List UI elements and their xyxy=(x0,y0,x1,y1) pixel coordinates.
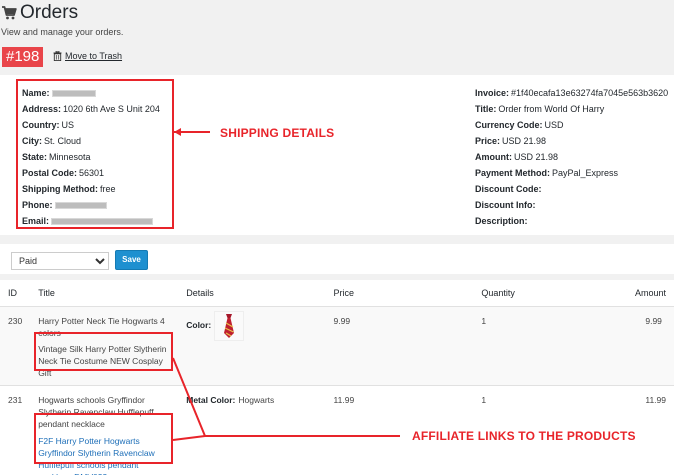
currency-label: Currency Code: xyxy=(475,120,543,130)
description-field: Description: xyxy=(475,213,668,229)
amount-field: Amount: USD 21.98 xyxy=(475,149,668,165)
currency-value: USD xyxy=(544,120,564,130)
product-thumbnail xyxy=(214,310,245,341)
page-title: Orders xyxy=(20,2,79,23)
detail-value: Hogwarts xyxy=(238,394,275,405)
affiliate-highlight-box-1 xyxy=(34,332,173,371)
discount-info-field: Discount Info: xyxy=(475,197,668,213)
invoice-value: #1f40ecafa13e63274fa7045e563b3620 xyxy=(511,88,669,98)
save-button[interactable]: Save xyxy=(115,250,148,270)
trash-icon xyxy=(53,51,62,61)
item-detail: Metal Color: Hogwarts xyxy=(186,394,317,406)
cell-details: Metal Color: Hogwarts xyxy=(178,385,326,475)
order-id-badge: #198 xyxy=(2,47,44,67)
detail-label: Metal Color: xyxy=(186,394,236,405)
item-detail: Color: xyxy=(186,310,317,341)
column-header-quantity: Quantity xyxy=(473,280,622,307)
cell-id: 231 xyxy=(0,385,31,475)
shipping-highlight-box xyxy=(16,79,174,229)
shopping-cart-icon xyxy=(2,6,17,20)
affiliate-highlight-box-2 xyxy=(34,413,173,464)
status-panel: Paid Save xyxy=(0,244,674,274)
cell-amount: 9.99 xyxy=(621,306,674,386)
amount-value: USD 21.98 xyxy=(514,152,559,162)
payment-method-label: Payment Method: xyxy=(475,168,551,178)
discount-code-field: Discount Code: xyxy=(475,181,668,197)
price-value: USD 21.98 xyxy=(502,136,547,146)
invoice-details: Invoice: #1f40ecafa13e63274fa7045e563b362… xyxy=(475,85,668,229)
cell-id: 230 xyxy=(0,306,31,386)
payment-method-field: Payment Method: PayPal_Express xyxy=(475,165,668,181)
table-header-row: ID Title Details Price Quantity Amount xyxy=(0,280,674,307)
order-title-value: Order from World Of Harry xyxy=(498,104,605,114)
column-header-price: Price xyxy=(325,280,474,307)
cell-price: 9.99 xyxy=(325,306,474,386)
column-header-title: Title xyxy=(30,280,179,307)
price-label: Price: xyxy=(475,136,501,146)
price-field: Price: USD 21.98 xyxy=(475,133,668,149)
affiliate-annotation: AFFILIATE LINKS TO THE PRODUCTS xyxy=(412,429,636,443)
move-to-trash-link[interactable]: Move to Trash xyxy=(53,51,122,61)
invoice-field: Invoice: #1f40ecafa13e63274fa7045e563b362… xyxy=(475,85,668,101)
cell-details: Color: xyxy=(178,306,326,386)
column-header-details: Details xyxy=(178,280,326,307)
order-status-select[interactable]: Paid xyxy=(11,252,109,270)
payment-method-value: PayPal_Express xyxy=(552,168,619,178)
discount-info-label: Discount Info: xyxy=(475,200,536,210)
discount-code-label: Discount Code: xyxy=(475,184,542,194)
order-title-field: Title: Order from World Of Harry xyxy=(475,101,668,117)
page-subtitle: View and manage your orders. xyxy=(1,27,124,37)
currency-field: Currency Code: USD xyxy=(475,117,668,133)
detail-label: Color: xyxy=(186,319,212,330)
cell-quantity: 1 xyxy=(473,306,622,386)
necktie-image xyxy=(224,313,235,338)
move-to-trash-label: Move to Trash xyxy=(65,51,123,61)
description-label: Description: xyxy=(475,216,528,226)
amount-label: Amount: xyxy=(475,152,512,162)
title-row: Orders xyxy=(1,3,78,23)
column-header-amount: Amount xyxy=(621,280,674,307)
shipping-annotation: SHIPPING DETAILS xyxy=(220,126,335,140)
order-title-label: Title: xyxy=(475,104,497,114)
column-header-id: ID xyxy=(0,280,31,307)
invoice-label: Invoice: xyxy=(475,88,510,98)
